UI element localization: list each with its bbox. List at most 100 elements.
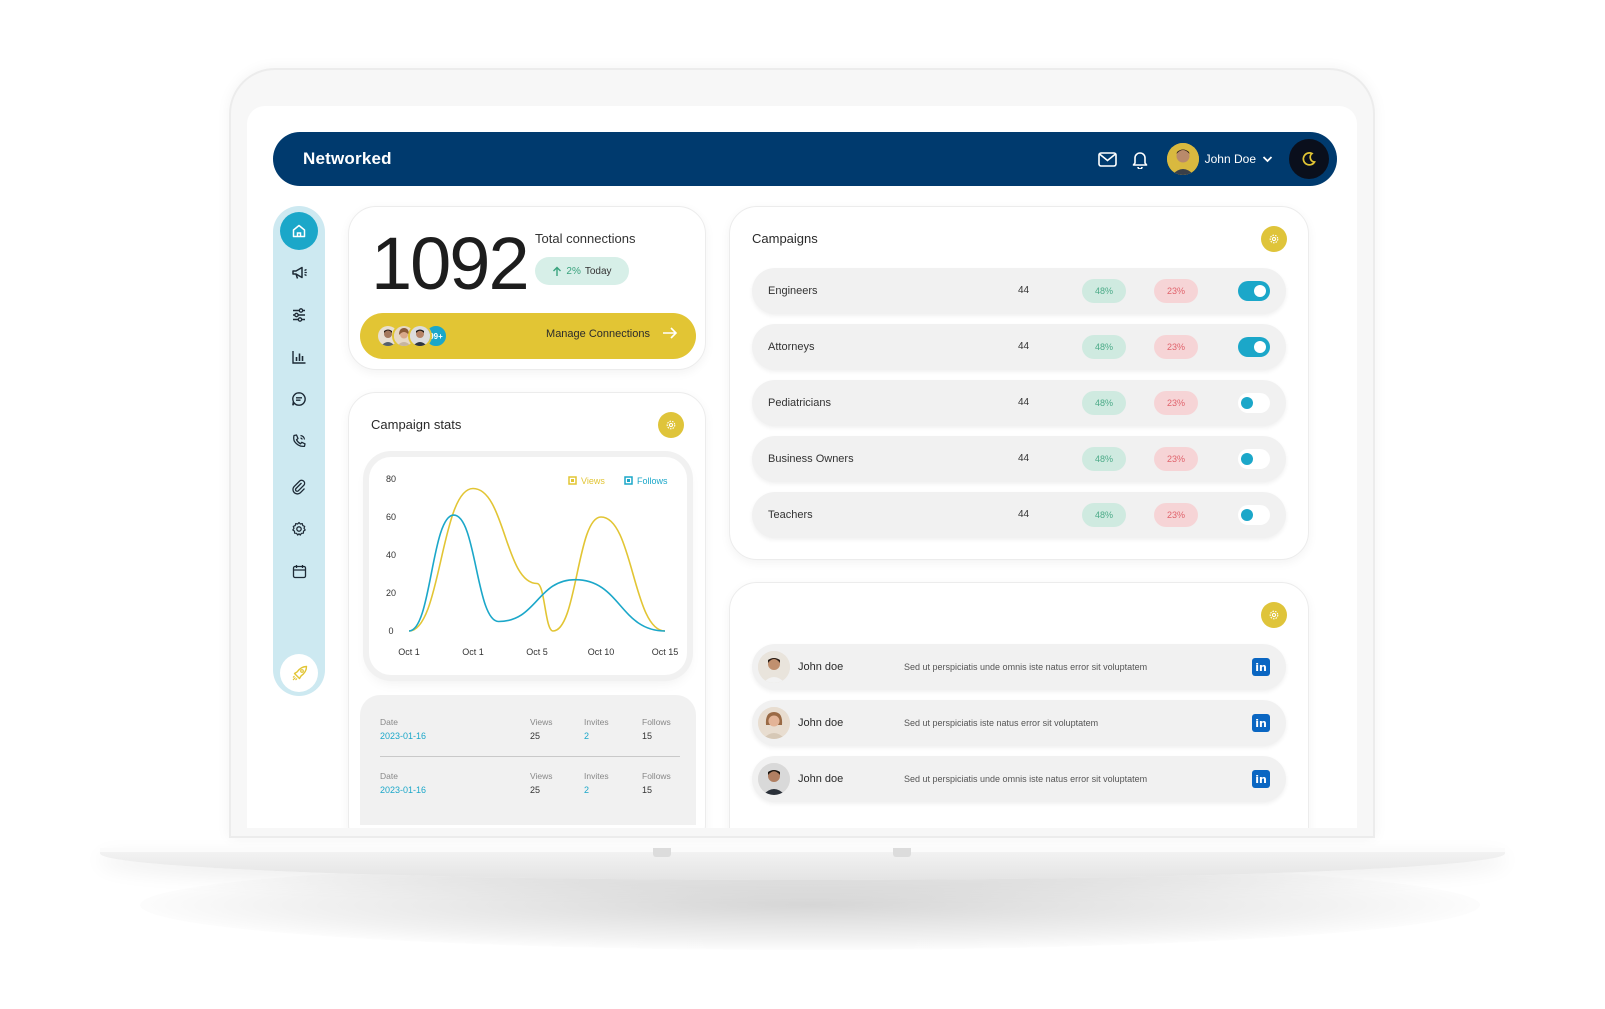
gear-icon (665, 419, 677, 431)
campaigns-title: Campaigns (752, 231, 818, 246)
paperclip-icon (291, 479, 307, 495)
campaign-row[interactable]: Engineers 44 48% 23% (752, 268, 1286, 314)
date-value[interactable]: 2023-01-16 (380, 785, 426, 795)
brand-logo[interactable]: Networked (303, 149, 392, 169)
linkedin-icon[interactable]: in (1252, 714, 1270, 732)
sidebar-item-settings[interactable] (280, 510, 318, 548)
sidebar-item-home[interactable] (280, 212, 318, 250)
theme-toggle-button[interactable] (1289, 139, 1329, 179)
calendar-icon (292, 564, 307, 579)
navbar-actions: John Doe (1097, 139, 1337, 179)
legend-label-views[interactable]: Views (581, 476, 605, 486)
top-navbar: Networked John Doe (273, 132, 1337, 186)
message-icon (291, 391, 307, 407)
connections-change-value: 2% (566, 265, 581, 277)
total-connections-count: 1092 (371, 222, 530, 305)
gear-icon (291, 521, 307, 537)
bell-icon[interactable] (1129, 148, 1151, 170)
rocket-icon (291, 665, 308, 682)
sidebar-item-filters[interactable] (280, 296, 318, 334)
contact-name: John doe (798, 717, 844, 729)
sidebar-item-upgrade[interactable] (280, 654, 318, 692)
messages-settings-button[interactable] (1261, 602, 1287, 628)
sidebar-item-analytics[interactable] (280, 338, 318, 376)
arrow-up-icon (552, 266, 562, 277)
date-header: Date (380, 771, 398, 781)
mail-icon[interactable] (1097, 148, 1119, 170)
campaign-row[interactable]: Attorneys 44 48% 23% (752, 324, 1286, 370)
campaign-toggle[interactable] (1238, 393, 1270, 413)
table-row[interactable]: Date 2023-01-16 Views 25 Invites 2 Follo… (380, 771, 680, 807)
sidebar (273, 206, 325, 696)
total-connections-label: Total connections (535, 231, 636, 246)
date-value[interactable]: 2023-01-16 (380, 731, 426, 741)
y-tick-label: 40 (386, 550, 396, 560)
negative-rate-badge: 23% (1154, 447, 1198, 471)
y-tick-label: 80 (386, 474, 396, 484)
user-menu[interactable]: John Doe (1166, 143, 1273, 175)
x-tick-label: Oct 1 (462, 647, 484, 657)
campaign-stats-title: Campaign stats (371, 417, 462, 432)
campaign-count: 44 (1018, 285, 1030, 296)
campaign-count: 44 (1018, 397, 1030, 408)
positive-rate-badge: 48% (1082, 279, 1126, 303)
campaign-name: Attorneys (768, 341, 815, 353)
positive-rate-badge: 48% (1082, 335, 1126, 359)
linkedin-icon[interactable]: in (1252, 658, 1270, 676)
list-item[interactable]: John doe Sed ut perspiciatis unde omnis … (752, 644, 1286, 690)
follows-header: Follows (642, 771, 671, 781)
campaigns-settings-button[interactable] (1261, 226, 1287, 252)
sidebar-item-calls[interactable] (280, 422, 318, 460)
negative-rate-badge: 23% (1154, 335, 1198, 359)
list-item[interactable]: John doe Sed ut perspiciatis iste natus … (752, 700, 1286, 746)
sidebar-item-campaigns[interactable] (280, 254, 318, 292)
sidebar-item-messages[interactable] (280, 380, 318, 418)
campaign-row[interactable]: Teachers 44 48% 23% (752, 492, 1286, 538)
moon-icon (1301, 151, 1317, 167)
campaign-row[interactable]: Business Owners 44 48% 23% (752, 436, 1286, 482)
campaign-count: 44 (1018, 341, 1030, 352)
home-icon (291, 223, 307, 239)
campaign-toggle[interactable] (1238, 337, 1270, 357)
legend-label-follows[interactable]: Follows (637, 476, 668, 486)
sidebar-item-attachments[interactable] (280, 468, 318, 506)
connections-avatar-stack: 99+ (376, 324, 448, 348)
linkedin-icon[interactable]: in (1252, 770, 1270, 788)
contact-name: John doe (798, 773, 844, 785)
manage-connections-label: Manage Connections (546, 328, 650, 340)
negative-rate-badge: 23% (1154, 279, 1198, 303)
avatar (758, 651, 790, 683)
campaign-stats-settings-button[interactable] (658, 412, 684, 438)
x-tick-label: Oct 10 (588, 647, 615, 657)
campaign-row[interactable]: Pediatricians 44 48% 23% (752, 380, 1286, 426)
positive-rate-badge: 48% (1082, 447, 1126, 471)
line-chart: 0 20 40 60 80 Oct 1 Oct 1 Oct 5 Oct 10 Oct 15 Vi… (386, 474, 679, 657)
campaign-stats-card: Campaign stats 0 20 40 60 80 Oct 1 Oct 1 Oct 5… (348, 392, 706, 828)
sidebar-item-calendar[interactable] (280, 552, 318, 590)
campaign-count: 44 (1018, 509, 1030, 520)
campaign-toggle[interactable] (1238, 505, 1270, 525)
negative-rate-badge: 23% (1154, 391, 1198, 415)
list-item[interactable]: John doe Sed ut perspiciatis unde omnis … (752, 756, 1286, 802)
avatar (758, 763, 790, 795)
contact-message: Sed ut perspiciatis iste natus error sit… (904, 718, 1099, 728)
campaign-toggle[interactable] (1238, 281, 1270, 301)
sliders-icon (291, 307, 307, 323)
campaign-toggle[interactable] (1238, 449, 1270, 469)
table-divider (380, 756, 680, 757)
contact-name: John doe (798, 661, 844, 673)
table-row[interactable]: Date 2023-01-16 Views 25 Invites 2 Follo… (380, 717, 680, 753)
follows-header: Follows (642, 717, 671, 727)
manage-connections-button[interactable]: 99+ Manage Connections (360, 313, 696, 359)
positive-rate-badge: 48% (1082, 391, 1126, 415)
chevron-down-icon[interactable] (1262, 155, 1273, 163)
campaign-stats-chart: 0 20 40 60 80 Oct 1 Oct 1 Oct 5 Oct 10 Oct 15 Vi… (369, 457, 687, 675)
contact-message: Sed ut perspiciatis unde omnis iste natu… (904, 774, 1148, 784)
campaigns-card: Campaigns Engineers 44 48% 23% Attorneys… (729, 206, 1309, 560)
x-tick-label: Oct 15 (652, 647, 679, 657)
messages-card: John doe Sed ut perspiciatis unde omnis … (729, 582, 1309, 828)
views-header: Views (530, 717, 553, 727)
contact-message: Sed ut perspiciatis unde omnis iste natu… (904, 662, 1148, 672)
series-line-views (408, 487, 666, 632)
follows-value: 15 (642, 785, 653, 795)
